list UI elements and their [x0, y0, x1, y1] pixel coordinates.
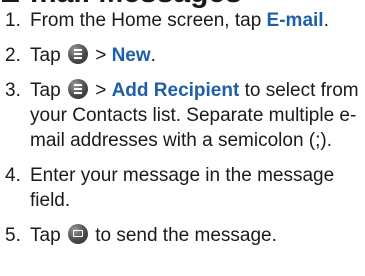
menu-icon[interactable]	[67, 44, 88, 64]
step-text: .	[150, 45, 156, 66]
step-number: 1.	[5, 10, 21, 31]
step-text: to send the message.	[89, 225, 277, 246]
step-number: 5.	[5, 225, 21, 246]
step-1: 1. From the Home screen, tap E-mail.	[0, 8, 365, 33]
add-recipient-link[interactable]: Add Recipient	[112, 80, 240, 101]
step-text: Tap	[30, 45, 66, 66]
step-text: Tap	[30, 80, 66, 101]
step-5: 5. Tap to send the message.	[0, 223, 365, 248]
step-number: 2.	[5, 45, 21, 66]
step-text: >	[89, 80, 112, 101]
step-4: 4. Enter your message in the message fie…	[0, 163, 365, 213]
step-text: .	[323, 10, 329, 31]
step-number: 4.	[5, 165, 21, 186]
step-2: 2. Tap > New.	[0, 43, 365, 68]
step-text: >	[89, 45, 112, 66]
menu-icon[interactable]	[67, 79, 88, 99]
instruction-steps: 1. From the Home screen, tap E-mail. 2. …	[0, 8, 365, 248]
step-text: Tap	[30, 225, 66, 246]
new-link[interactable]: New	[112, 45, 151, 66]
step-text: From the Home screen, tap	[30, 10, 267, 31]
step-text: Enter your message in the message field.	[30, 165, 335, 211]
step-number: 3.	[5, 80, 21, 101]
step-3: 3. Tap > Add Recipient to select from yo…	[0, 78, 365, 153]
send-icon[interactable]	[67, 224, 88, 244]
email-link[interactable]: E-mail	[267, 10, 324, 31]
section-heading-partial: E-mail Messages	[0, 0, 242, 8]
